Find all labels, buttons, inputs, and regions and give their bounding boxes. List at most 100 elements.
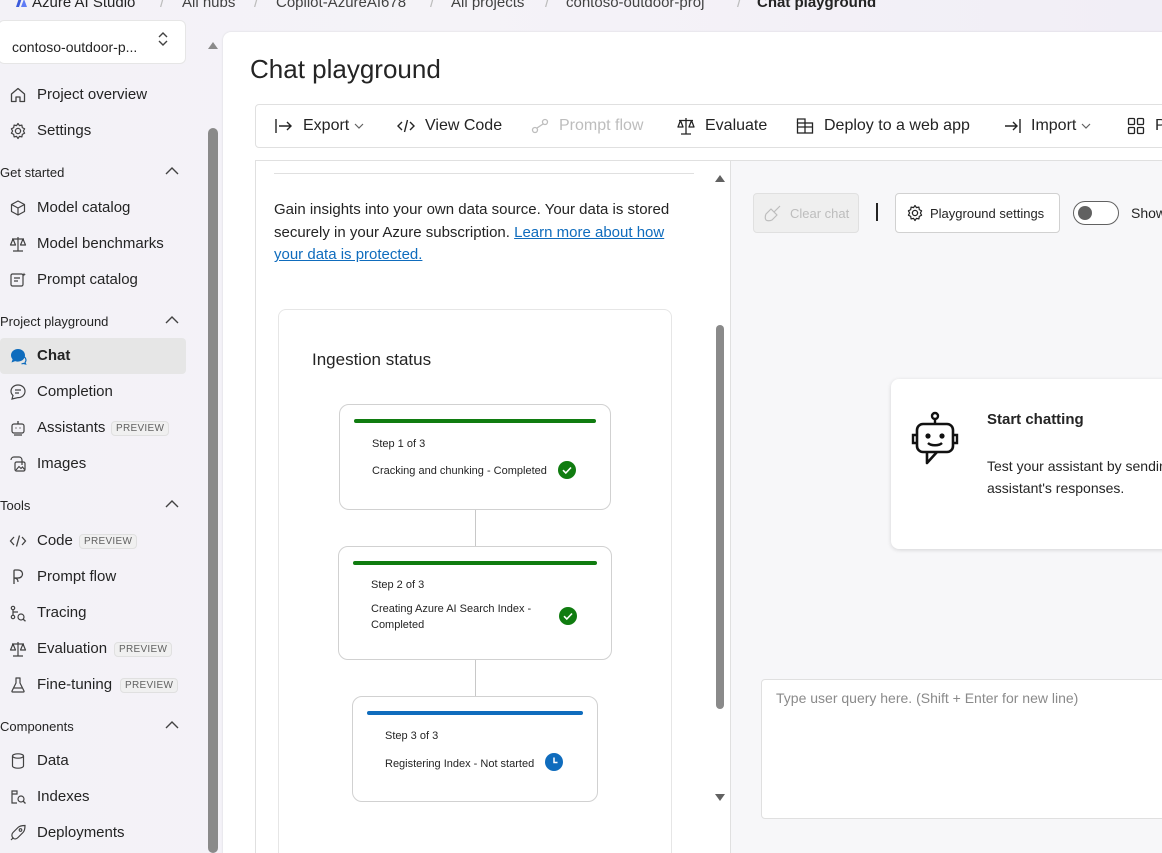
prompt-flow-label: Prompt flow bbox=[559, 117, 644, 134]
sidebar-item-assistants[interactable]: Assistants PREVIEW bbox=[0, 410, 186, 446]
toggle-label: Show bbox=[1131, 205, 1162, 221]
step-number: Step 3 of 3 bbox=[385, 730, 439, 742]
sidebar-item-fine-tuning[interactable]: Fine-tuning PREVIEW bbox=[0, 667, 186, 703]
sidebar-item-label: Project overview bbox=[37, 86, 148, 103]
sidebar-item-label: Deployments bbox=[37, 824, 125, 841]
import-icon bbox=[1002, 116, 1031, 136]
prompt-flow-button[interactable]: Prompt flow bbox=[530, 105, 643, 147]
sidebar-item-chat[interactable]: Chat bbox=[0, 338, 186, 374]
scales-icon bbox=[9, 235, 27, 253]
gear-icon bbox=[9, 122, 27, 140]
user-query-input[interactable] bbox=[761, 679, 1162, 819]
chat-bot-icon bbox=[911, 411, 959, 467]
brand-name[interactable]: Azure AI Studio bbox=[32, 0, 135, 11]
breadcrumb-project[interactable]: contoso-outdoor-proj bbox=[566, 0, 704, 11]
section-header-project-playground[interactable]: Project playground bbox=[0, 312, 186, 332]
sidebar-item-label: Images bbox=[37, 455, 87, 472]
section-header-components[interactable]: Components bbox=[0, 717, 186, 737]
more-options-button[interactable]: P bbox=[1126, 105, 1162, 147]
flow-nodes-icon bbox=[530, 116, 559, 136]
flow-icon bbox=[9, 568, 27, 586]
home-icon bbox=[9, 86, 27, 104]
prompt-icon bbox=[9, 271, 27, 289]
cube-icon bbox=[9, 199, 27, 217]
tracing-icon bbox=[9, 604, 27, 622]
breadcrumb-separator: / bbox=[737, 0, 742, 11]
step-number: Step 1 of 3 bbox=[372, 438, 426, 450]
section-header-tools[interactable]: Tools bbox=[0, 496, 186, 516]
sidebar-item-data[interactable]: Data bbox=[0, 743, 186, 779]
sidebar-item-project-overview[interactable]: Project overview bbox=[0, 77, 186, 113]
image-icon bbox=[9, 455, 27, 473]
section-title: Get started bbox=[0, 165, 65, 180]
code-icon bbox=[396, 116, 425, 136]
ingestion-step-1: Step 1 of 3 Cracking and chunking - Comp… bbox=[339, 404, 611, 510]
database-icon bbox=[9, 752, 27, 770]
evaluate-label: Evaluate bbox=[705, 117, 768, 134]
chevron-down-icon bbox=[1081, 122, 1100, 130]
sidebar-item-label: Settings bbox=[37, 122, 92, 139]
chevron-up-icon bbox=[164, 314, 180, 326]
completion-icon bbox=[9, 383, 27, 401]
step-number: Step 2 of 3 bbox=[371, 579, 425, 591]
sidebar-item-prompt-flow[interactable]: Prompt flow bbox=[0, 559, 186, 595]
deploy-web-app-button[interactable]: Deploy to a web app bbox=[795, 105, 970, 147]
sidebar-item-settings[interactable]: Settings bbox=[0, 113, 186, 149]
step-description: Cracking and chunking - Completed bbox=[372, 465, 547, 477]
scroll-up-arrow-icon[interactable] bbox=[714, 173, 726, 183]
top-breadcrumb-bar: Azure AI Studio / All hubs / Copilot-Azu… bbox=[0, 0, 1162, 14]
start-chatting-card: Start chatting Test your assistant by se… bbox=[891, 379, 1162, 549]
sidebar-item-prompt-catalog[interactable]: Prompt catalog bbox=[0, 262, 186, 298]
show-toggle-switch[interactable] bbox=[1073, 201, 1119, 225]
project-selector[interactable]: contoso-outdoor-p... bbox=[0, 20, 186, 64]
sidebar-item-label: Indexes bbox=[37, 788, 90, 805]
ingestion-status-card: Ingestion status Step 1 of 3 Cracking an… bbox=[278, 309, 672, 853]
gift-box-icon bbox=[795, 116, 824, 136]
toolbar-separator bbox=[876, 203, 878, 221]
deploy-icon bbox=[9, 824, 27, 842]
sidebar-item-label: Data bbox=[37, 752, 69, 769]
sidebar-item-code[interactable]: Code PREVIEW bbox=[0, 523, 186, 559]
breadcrumb-separator: / bbox=[254, 0, 259, 11]
chat-panel: Clear chat Playground settings Show Star… bbox=[731, 160, 1162, 853]
breadcrumb-hub[interactable]: Copilot-AzureAI678 bbox=[276, 0, 406, 11]
sidebar-item-completion[interactable]: Completion bbox=[0, 374, 186, 410]
ingestion-title: Ingestion status bbox=[312, 350, 432, 369]
preview-badge: PREVIEW bbox=[114, 642, 173, 657]
evaluate-button[interactable]: Evaluate bbox=[676, 105, 767, 147]
sidebar-scroll-thumb[interactable] bbox=[208, 128, 218, 853]
breadcrumb-all-projects[interactable]: All projects bbox=[451, 0, 524, 11]
playground-settings-button[interactable]: Playground settings bbox=[895, 193, 1060, 233]
import-button[interactable]: Import bbox=[1002, 105, 1100, 147]
sidebar-item-images[interactable]: Images bbox=[0, 446, 186, 482]
section-header-get-started[interactable]: Get started bbox=[0, 163, 186, 183]
view-code-button[interactable]: View Code bbox=[396, 105, 502, 147]
sidebar-scrollbar[interactable] bbox=[206, 40, 220, 853]
chevron-down-icon bbox=[354, 122, 373, 130]
chevron-up-icon bbox=[164, 165, 180, 177]
scroll-up-arrow-icon[interactable] bbox=[207, 40, 219, 50]
chevron-up-icon bbox=[164, 719, 180, 731]
panel-scroll-thumb[interactable] bbox=[716, 325, 724, 709]
code-icon bbox=[9, 532, 27, 550]
start-text-line: Test your assistant by sending queries b… bbox=[987, 458, 1162, 474]
sidebar-item-model-benchmarks[interactable]: Model benchmarks bbox=[0, 226, 186, 262]
sidebar-item-label: Assistants bbox=[37, 419, 106, 436]
preview-badge: PREVIEW bbox=[120, 678, 179, 693]
preview-badge: PREVIEW bbox=[111, 421, 170, 436]
clear-chat-button[interactable]: Clear chat bbox=[753, 193, 859, 233]
breadcrumb-all-hubs[interactable]: All hubs bbox=[182, 0, 235, 11]
sidebar-item-indexes[interactable]: Indexes bbox=[0, 779, 186, 815]
azure-logo-icon bbox=[14, 0, 28, 8]
sidebar-item-tracing[interactable]: Tracing bbox=[0, 595, 186, 631]
breadcrumb-separator: / bbox=[160, 0, 165, 11]
flask-icon bbox=[9, 676, 27, 694]
sidebar-item-deployments[interactable]: Deployments bbox=[0, 815, 186, 851]
step-progress-bar bbox=[353, 561, 597, 565]
sidebar-item-model-catalog[interactable]: Model catalog bbox=[0, 190, 186, 226]
export-button[interactable]: Export bbox=[274, 105, 373, 147]
divider bbox=[274, 173, 694, 174]
sidebar-item-label: Model benchmarks bbox=[37, 235, 164, 252]
scroll-down-arrow-icon[interactable] bbox=[714, 793, 726, 803]
sidebar-item-evaluation[interactable]: Evaluation PREVIEW bbox=[0, 631, 186, 667]
